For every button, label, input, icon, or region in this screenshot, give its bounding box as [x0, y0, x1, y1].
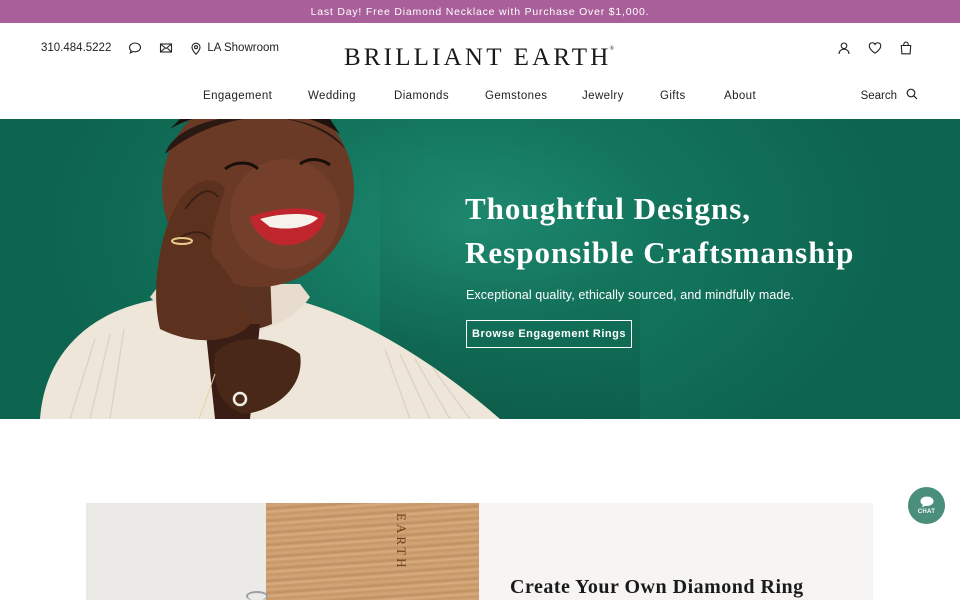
- create-ring-title: Create Your Own Diamond Ring: [510, 576, 804, 598]
- utility-right: [820, 41, 913, 55]
- hero-banner: Thoughtful Designs, Responsible Craftsma…: [0, 119, 960, 419]
- ring-box-image: EARTH: [86, 503, 479, 600]
- nav-wedding[interactable]: Wedding: [308, 90, 356, 102]
- hero-title-line-2: Responsible Craftsmanship: [465, 235, 855, 270]
- hero-model-image: [40, 119, 500, 419]
- nav-gifts[interactable]: Gifts: [660, 90, 686, 102]
- box-engraving: EARTH: [394, 513, 409, 571]
- bag-icon[interactable]: [899, 41, 913, 55]
- hero-subtitle: Exceptional quality, ethically sourced, …: [466, 288, 795, 302]
- brand-logo[interactable]: BRILLIANT EARTH®: [0, 44, 960, 72]
- account-icon[interactable]: [837, 41, 851, 55]
- logo-text: BRILLIANT EARTH: [343, 44, 612, 71]
- chat-widget-button[interactable]: CHAT: [908, 487, 945, 524]
- browse-engagement-rings-button[interactable]: Browse Engagement Rings: [466, 320, 632, 348]
- logo-registered-mark: ®: [609, 46, 615, 52]
- search-label: Search: [860, 90, 897, 102]
- heart-icon[interactable]: [868, 41, 882, 55]
- nav-jewelry[interactable]: Jewelry: [582, 90, 624, 102]
- search-icon: [906, 88, 918, 100]
- nav-gemstones[interactable]: Gemstones: [485, 90, 547, 102]
- wood-box: [266, 503, 479, 600]
- chat-bubble-icon: [920, 496, 933, 508]
- hero-title: Thoughtful Designs, Responsible Craftsma…: [465, 187, 935, 275]
- main-nav: Engagement Wedding Diamonds Gemstones Je…: [0, 90, 960, 104]
- nav-engagement[interactable]: Engagement: [203, 90, 272, 102]
- promo-banner[interactable]: Last Day! Free Diamond Necklace with Pur…: [0, 0, 960, 23]
- hero-title-line-1: Thoughtful Designs,: [465, 191, 752, 226]
- create-ring-card[interactable]: EARTH Create Your Own Diamond Ring: [86, 503, 873, 600]
- nav-about[interactable]: About: [724, 90, 756, 102]
- search-button[interactable]: Search: [860, 88, 918, 102]
- promo-text[interactable]: Last Day! Free Diamond Necklace with Pur…: [311, 6, 650, 18]
- nav-diamonds[interactable]: Diamonds: [394, 90, 449, 102]
- ring-glint: [246, 591, 268, 600]
- chat-label: CHAT: [917, 509, 936, 515]
- site-header: 310.484.5222 LA Showroom BRILLIANT EARTH…: [0, 23, 960, 119]
